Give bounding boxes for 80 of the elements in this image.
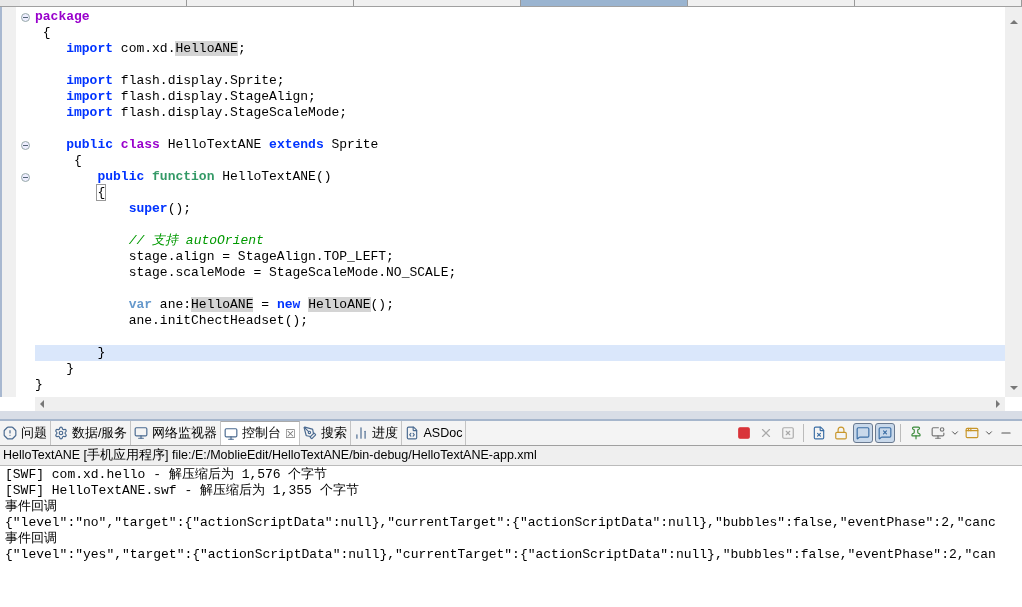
code-token: extends: [269, 137, 324, 152]
code-token: package: [35, 9, 90, 24]
code-token: stage.scaleMode = StageScaleMode.NO_SCALE;: [128, 265, 457, 280]
code-token: flash.display.StageAlign;: [120, 89, 316, 104]
toolbar-button[interactable]: [853, 423, 873, 443]
code-token: Sprite: [331, 137, 379, 152]
console-path: HelloTextANE [手机应用程序] file:/E:/MoblieEdit/HelloTextANE/bin-debug/HelloTextANE-app.xml: [0, 446, 1022, 466]
warning-icon: [3, 426, 17, 440]
code-token: HelloANE: [191, 297, 254, 312]
collapse-icon[interactable]: [21, 140, 30, 150]
console-line: {"level":"yes","target":{"actionScriptData":null},"currentTarget":{"actionScriptData":null},"bubbles":false,"eventPhase":2,"can: [5, 547, 997, 563]
code-token: function: [152, 169, 215, 184]
code-token: {: [42, 25, 51, 40]
code-token: ane.initChectHeadset();: [128, 313, 309, 328]
console-line: [SWF] HelloTextANE.swf - 解压缩后为 1,355 个字节: [5, 483, 360, 499]
code-token: import: [66, 73, 114, 88]
code-token: {: [74, 153, 82, 168]
panel-tab[interactable]: 问题: [0, 421, 51, 445]
code-token: // 支持 autoOrient: [128, 233, 264, 248]
close-icon[interactable]: ☒: [285, 426, 297, 441]
code-token: com.xd.: [120, 41, 176, 56]
panel-tab[interactable]: 搜索: [300, 421, 352, 445]
code-token: ();: [167, 201, 192, 216]
monitor-icon: [134, 426, 149, 440]
pin-icon: [909, 426, 923, 440]
code-token: }: [97, 345, 106, 360]
console-line: [SWF] com.xd.hello - 解压缩后为 1,576 个字节: [5, 467, 329, 483]
code-token: ();: [370, 297, 394, 312]
code-token: new: [276, 297, 302, 312]
horizontal-scrollbar[interactable]: [35, 397, 1005, 411]
scroll-right-icon: [995, 400, 1001, 408]
code-token: HelloANE: [175, 41, 238, 56]
console-line: {"level":"no","target":{"actionScriptData":null},"currentTarget":{"actionScriptData":null},"bubbles":false,"eventPhase":2,"canc: [5, 515, 997, 531]
code-token: public: [97, 169, 146, 184]
code-token: {: [97, 185, 106, 200]
scroll-down-icon: [1009, 385, 1018, 391]
console-line: 事件回调: [5, 531, 58, 547]
panel-tab[interactable]: 网络监视器: [131, 421, 222, 445]
code-token: HelloTextANE: [167, 137, 263, 152]
code-token: var: [128, 297, 153, 312]
collapse-icon[interactable]: [21, 12, 30, 22]
dropdown-icon[interactable]: [950, 428, 960, 438]
console-line: 事件回调: [5, 499, 58, 515]
toolbar-button[interactable]: [875, 423, 895, 443]
monitor-icon: [224, 426, 239, 441]
code-token: HelloTextANE(): [222, 169, 332, 184]
chat-icon: [856, 426, 870, 440]
vertical-scrollbar[interactable]: [1005, 7, 1022, 397]
collapse-icon[interactable]: [21, 172, 30, 182]
scroll-up-icon: [1009, 19, 1018, 25]
scroll-left-icon: [39, 400, 45, 408]
code-token: HelloANE: [308, 297, 371, 312]
dropdown-icon[interactable]: [984, 428, 994, 438]
panel-tab[interactable]: 控制台 ☒: [221, 421, 301, 445]
code-token: =: [261, 297, 271, 312]
code-token: }: [66, 361, 75, 376]
gears-icon: [54, 426, 68, 440]
lock-icon: [834, 426, 848, 440]
code-token: class: [120, 137, 160, 152]
code-token: ane:: [159, 297, 192, 312]
code-token: import: [66, 89, 114, 104]
progress-icon: [354, 426, 369, 440]
code-token: ;: [237, 41, 246, 56]
code-token: super: [128, 201, 168, 216]
document-icon: [405, 426, 420, 440]
code-token: stage.align = StageAlign.TOP_LEFT;: [128, 249, 394, 264]
close-icon: [759, 426, 773, 440]
clear-icon: [812, 426, 826, 440]
monitor-icon: [931, 426, 945, 440]
new-window-icon: [965, 426, 979, 440]
code-token: public: [66, 137, 115, 152]
pen-icon: [303, 426, 318, 440]
code-token: import: [66, 105, 114, 120]
code-token: flash.display.StageScaleMode;: [120, 105, 348, 120]
code-token: import: [66, 41, 114, 56]
stop-icon: [737, 426, 751, 440]
close-all-icon: [781, 426, 795, 440]
chat-error-icon: [878, 426, 892, 440]
code-token: }: [35, 377, 43, 392]
code-token: flash.display.Sprite;: [120, 73, 285, 88]
